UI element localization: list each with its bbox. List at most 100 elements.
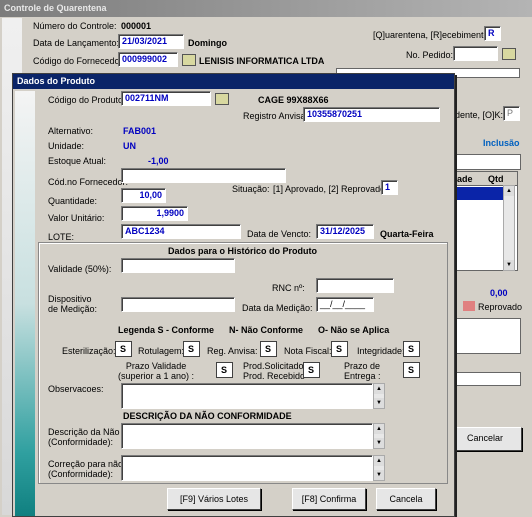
valor-label: Valor Unitário:: [48, 213, 105, 223]
rotulagem-check[interactable]: S: [183, 341, 200, 357]
back-bottom-box: [455, 372, 521, 386]
validade-field[interactable]: [121, 258, 235, 273]
dispositivo-label: Dispositivo de Medição:: [48, 294, 98, 314]
search-product-icon[interactable]: [215, 93, 229, 105]
estoque-value: -1,00: [148, 156, 169, 166]
data-medicao-label: Data da Medição:: [242, 303, 313, 313]
quantidade-field[interactable]: 10,00: [121, 188, 166, 203]
dialog-gradient-strip: [15, 91, 35, 516]
situacao-hint: [1] Aprovado, [2] Reprovado:: [273, 184, 388, 194]
reg-anvisa-label: Reg. Anvisa:: [207, 346, 258, 356]
nc-title: DESCRIÇÃO DA NÃO CONFORMIDADE: [123, 411, 292, 421]
pedido-label: No. Pedido:: [406, 50, 454, 60]
integridade-check[interactable]: S: [403, 341, 420, 357]
varios-lotes-button[interactable]: [F9] Vários Lotes: [167, 488, 261, 510]
numero-label: Número do Controle:: [33, 21, 117, 31]
vencto-field[interactable]: 31/12/2025: [316, 224, 374, 239]
data-medicao-field[interactable]: __/__/____: [316, 297, 374, 312]
scroll-down-icon[interactable]: ▼: [374, 438, 384, 448]
reprovado-label: Reprovado: [478, 302, 523, 312]
lancamento-day: Domingo: [188, 38, 227, 48]
descricao-field[interactable]: [121, 423, 373, 449]
dialog-title: Dados do Produto: [17, 76, 95, 86]
observacoes-field[interactable]: [121, 383, 373, 409]
prod-solicitado-check[interactable]: S: [303, 362, 320, 378]
nota-fiscal-check[interactable]: S: [331, 341, 348, 357]
lote-field[interactable]: ABC1234: [121, 224, 241, 239]
descricao-label: Descrição da Não (Conformidade):: [48, 427, 120, 447]
search-pedido-icon[interactable]: [502, 48, 516, 60]
esterilizacao-check[interactable]: S: [115, 341, 132, 357]
observacoes-scrollbar[interactable]: ▲ ▼: [373, 383, 385, 409]
scroll-down-icon[interactable]: ▼: [504, 260, 514, 270]
unidade-value: UN: [123, 141, 136, 151]
prazo-entrega-label: Prazo de Entrega :: [344, 361, 381, 381]
grid-scrollbar[interactable]: ▲ ▼: [503, 185, 515, 271]
descricao-scrollbar[interactable]: ▲ ▼: [373, 423, 385, 449]
estoque-label: Estoque Atual:: [48, 156, 107, 166]
prazo-validade-label: Prazo Validade (superior a 1 ano) :: [118, 361, 195, 381]
quantidade-label: Quantidade:: [48, 196, 98, 206]
cancela-button[interactable]: Cancela: [376, 488, 436, 510]
vencto-label: Data de Vencto:: [247, 229, 312, 239]
fornecedor-field[interactable]: 000999002: [118, 52, 178, 67]
prod-solicitado-label: Prod.Solicitado x Prod. Recebido: [243, 361, 311, 381]
inclusao-status: Inclusão: [483, 138, 520, 148]
situacao-label: Situação:: [232, 184, 270, 194]
historico-title: Dados para o Histórico do Produto: [168, 246, 318, 256]
reg-anvisa-check[interactable]: S: [260, 341, 277, 357]
registro-field[interactable]: 10355870251: [303, 107, 440, 122]
dispositivo-field[interactable]: [121, 297, 235, 312]
codigo-label: Código do Produto:: [48, 95, 126, 105]
correcao-field[interactable]: [121, 455, 373, 481]
legenda-text: Legenda S - Conforme N- Não Conforme O- …: [118, 325, 390, 335]
integridade-label: Integridade:: [357, 346, 405, 356]
quarantine-title: Controle de Quarentena: [4, 3, 107, 13]
back-total: 0,00: [490, 288, 508, 298]
cod-fornecedor-field[interactable]: [121, 168, 286, 183]
correcao-scrollbar[interactable]: ▲ ▼: [373, 455, 385, 481]
scroll-up-icon[interactable]: ▲: [374, 456, 384, 466]
rnc-label: RNC nº:: [272, 283, 305, 293]
dente-field[interactable]: P: [503, 106, 520, 121]
scroll-down-icon[interactable]: ▼: [374, 470, 384, 480]
situacao-field[interactable]: 1: [381, 180, 398, 195]
registro-label: Registro Anvisa: [243, 111, 306, 121]
quarentena-field[interactable]: R: [484, 26, 501, 41]
alternativo-value: FAB001: [123, 126, 157, 136]
observacoes-label: Observacoes:: [48, 384, 104, 394]
numero-value: 000001: [121, 21, 152, 31]
scroll-up-icon[interactable]: ▲: [504, 186, 514, 196]
scroll-down-icon[interactable]: ▼: [374, 398, 384, 408]
grid-col-qtd: Qtd: [488, 174, 504, 184]
lancamento-field[interactable]: 21/03/2021: [118, 34, 184, 49]
grid-selected-row[interactable]: [456, 187, 505, 200]
fornecedor-label: Código do Fornecedor:: [33, 56, 126, 66]
back-lower-box: [455, 318, 521, 354]
quarentena-label: [Q]uarentena, [R]ecebimento :: [373, 30, 494, 40]
scroll-up-icon[interactable]: ▲: [374, 384, 384, 394]
dialog-title-bar: Dados do Produto: [13, 74, 454, 89]
back-cancel-button[interactable]: Cancelar: [448, 427, 522, 451]
search-fornecedor-icon[interactable]: [182, 54, 196, 66]
correcao-label: Correção para não (Conformidade):: [48, 459, 124, 479]
confirma-button[interactable]: [F8] Confirma: [292, 488, 366, 510]
cage-text: CAGE 99X88X66: [258, 95, 329, 105]
vencto-day: Quarta-Feira: [380, 229, 434, 239]
pedido-field[interactable]: [453, 46, 498, 61]
quarantine-title-bar: Controle de Quarentena: [0, 0, 532, 17]
prazo-validade-check[interactable]: S: [216, 362, 233, 378]
valor-field[interactable]: 1,9900: [121, 206, 188, 221]
back-input-strip[interactable]: [455, 154, 521, 170]
grid-col-ade: ade: [457, 174, 473, 184]
prazo-entrega-check[interactable]: S: [403, 362, 420, 378]
lote-label: LOTE:: [48, 232, 75, 242]
rnc-field[interactable]: [316, 278, 394, 293]
codigo-field[interactable]: 002711NM: [121, 91, 211, 106]
validade-label: Validade (50%):: [48, 264, 112, 274]
cod-fornecedor-label: Cód.no Fornecedor:: [48, 177, 129, 187]
fornecedor-name: LENISIS INFORMATICA LTDA: [199, 56, 325, 66]
esterilizacao-label: Esterilização:: [62, 346, 116, 356]
dente-label: dente, [O]K:: [455, 110, 504, 120]
scroll-up-icon[interactable]: ▲: [374, 424, 384, 434]
